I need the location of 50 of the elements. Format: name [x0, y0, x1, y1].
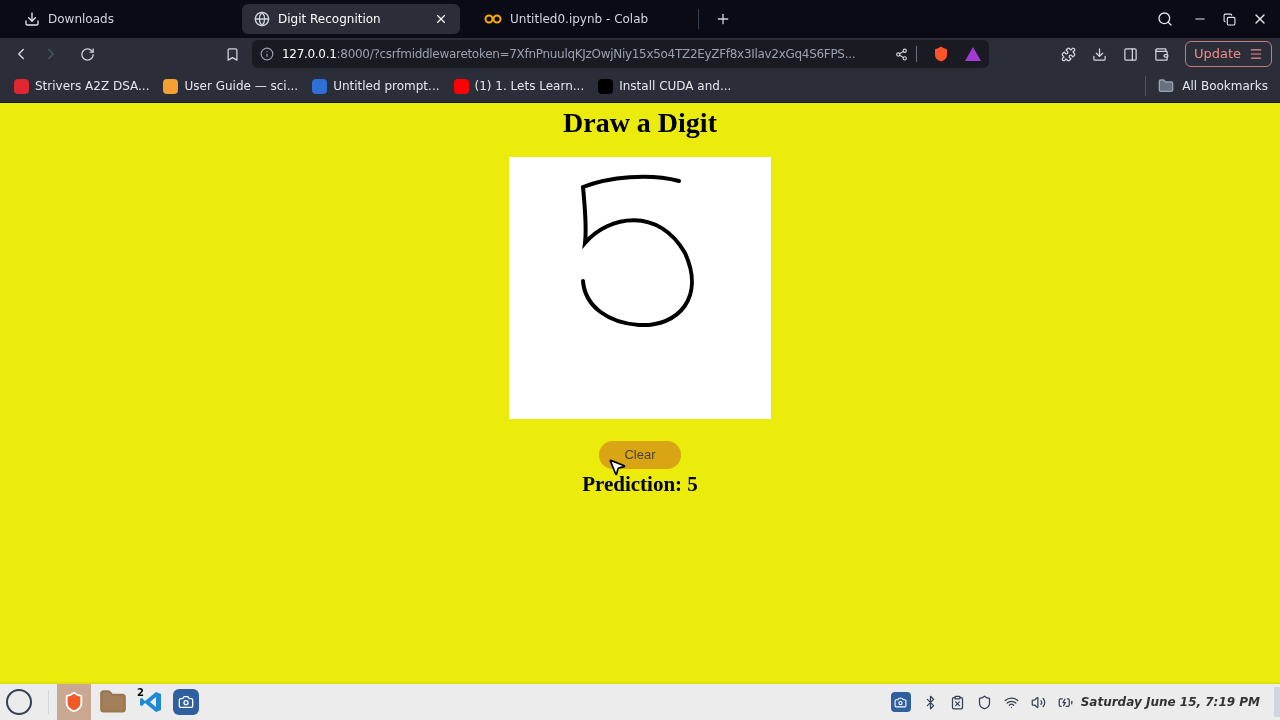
bookmark-item[interactable]: Untitled prompt... [312, 77, 440, 95]
globe-icon [254, 11, 270, 27]
wallet-icon[interactable] [1153, 46, 1169, 62]
folder-icon[interactable] [99, 688, 127, 716]
clear-button[interactable]: Clear [599, 441, 681, 469]
update-button[interactable]: Update [1184, 41, 1272, 67]
menu-icon [1249, 47, 1263, 61]
bookmark-item[interactable]: (1) 1. Lets Learn... [453, 77, 585, 95]
screenshot-tray-icon[interactable] [890, 692, 911, 712]
menu-logo-icon[interactable] [6, 689, 32, 715]
search-icon[interactable] [1157, 11, 1173, 27]
browser-tab[interactable]: Untitled0.ipynb - Colab [472, 4, 690, 34]
cursor-icon [607, 457, 627, 477]
sidebar-icon[interactable] [1122, 46, 1138, 62]
scrollbar[interactable] [1274, 687, 1280, 717]
share-icon[interactable] [895, 47, 908, 61]
drawing-canvas[interactable] [509, 157, 771, 419]
bookmark-item[interactable]: Install CUDA and... [598, 77, 732, 95]
puzzle-icon[interactable] [1060, 46, 1076, 62]
all-bookmarks[interactable]: All Bookmarks [1158, 77, 1268, 95]
infinity-icon [484, 14, 502, 24]
shield-icon[interactable] [976, 694, 992, 710]
folder-icon [1158, 78, 1175, 94]
close-icon[interactable] [434, 12, 448, 26]
bookmark-item[interactable]: Strivers A2Z DSA... [14, 77, 150, 95]
code-editor-launcher[interactable]: 2 [135, 684, 167, 720]
new-tab-icon[interactable] [715, 11, 731, 27]
browser-tab[interactable]: Digit Recognition [242, 4, 460, 34]
triangle-icon[interactable] [965, 47, 981, 61]
volume-icon[interactable] [1030, 694, 1046, 710]
browser-launcher[interactable] [57, 684, 91, 720]
reload-icon[interactable] [80, 46, 95, 62]
wifi-icon[interactable] [1003, 694, 1019, 710]
download-icon [24, 11, 40, 27]
bookmark-item[interactable]: User Guide — sci... [163, 77, 299, 95]
page-title: Draw a Digit [563, 106, 717, 140]
restore-icon[interactable] [1223, 12, 1236, 26]
prediction-text: Prediction: 5 [582, 471, 698, 498]
download-icon[interactable] [1091, 46, 1107, 62]
code-editor-icon [139, 690, 163, 714]
address-bar[interactable]: 127.0.0.1:8000/?csrfmiddlewaretoken=7XfnPnuulqKJzOwjNiy15x5o4TZ2EyZFf8x3Ilav2xGq4S6FPS... [252, 40, 989, 68]
camera-launcher[interactable] [173, 689, 199, 715]
window-count-label: 2 [137, 686, 144, 700]
bookmark-icon[interactable] [225, 46, 240, 62]
browser-tab[interactable]: Downloads [12, 4, 230, 34]
url-text: 127.0.0.1:8000/?csrfmiddlewaretoken=7XfnPnuulqKJzOwjNiy15x5o4TZ2EyZFf8x3Ilav2xGq4S6FPS... [282, 46, 857, 63]
camera-icon [178, 694, 194, 710]
info-icon [260, 47, 274, 61]
clock-text[interactable]: Saturday June 15, 7:19 PM [1080, 693, 1260, 711]
clipboard-icon[interactable] [949, 694, 965, 710]
